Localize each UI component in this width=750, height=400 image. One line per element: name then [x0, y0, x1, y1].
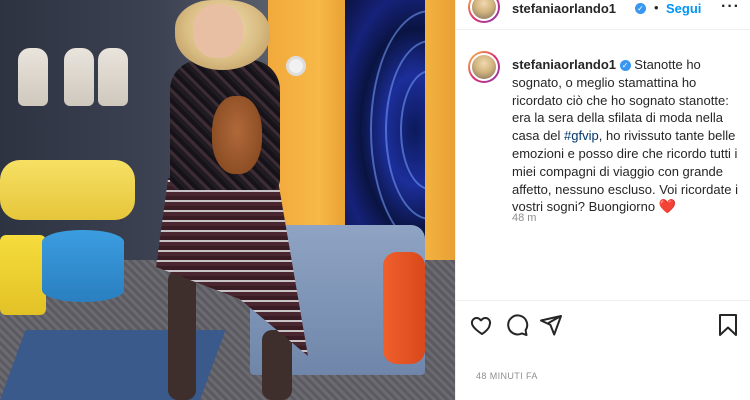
blue-stool — [42, 230, 124, 302]
heart-emoji: ❤️ — [658, 198, 677, 215]
orange-sofa-arm — [383, 252, 425, 364]
share-icon[interactable] — [539, 313, 565, 339]
post-header: stefaniaorlando1 ✓ • Segui ··· — [456, 0, 750, 30]
avatar[interactable] — [468, 0, 500, 23]
more-options-icon[interactable]: ··· — [721, 0, 740, 16]
security-camera — [286, 56, 306, 76]
post-time-ago[interactable]: 48 MINUTI FA — [476, 371, 538, 381]
mannequin — [98, 48, 128, 106]
bookmark-icon[interactable] — [716, 313, 742, 339]
verified-badge-icon: ✓ — [635, 3, 646, 14]
caption-username[interactable]: stefaniaorlando1 — [512, 57, 616, 72]
hashtag-link[interactable]: #gfvip — [564, 128, 599, 143]
comment-icon[interactable] — [505, 313, 531, 339]
caption-avatar[interactable] — [468, 51, 500, 83]
heart-icon[interactable] — [470, 313, 496, 339]
face — [193, 4, 243, 58]
post-photo[interactable] — [0, 0, 455, 400]
follow-button[interactable]: Segui — [666, 1, 701, 16]
leg — [168, 270, 196, 400]
mannequin — [18, 48, 48, 106]
mannequin — [64, 48, 94, 106]
yellow-stool — [0, 235, 46, 315]
leg — [262, 330, 292, 400]
username-link[interactable]: stefaniaorlando1 — [512, 1, 616, 16]
post-sidebar: stefaniaorlando1 ✓ • Segui ··· stefaniao… — [455, 0, 750, 400]
post-caption: stefaniaorlando1 ✓ Stanotte ho sognato, … — [512, 56, 744, 216]
teddy-bear — [212, 96, 262, 174]
comment-timestamp[interactable]: 48 m — [512, 212, 536, 224]
verified-badge-icon: ✓ — [619, 60, 631, 71]
blue-light-tunnel — [345, 0, 455, 260]
separator-dot: • — [654, 0, 659, 15]
action-bar — [456, 300, 750, 348]
yellow-table — [0, 160, 135, 220]
